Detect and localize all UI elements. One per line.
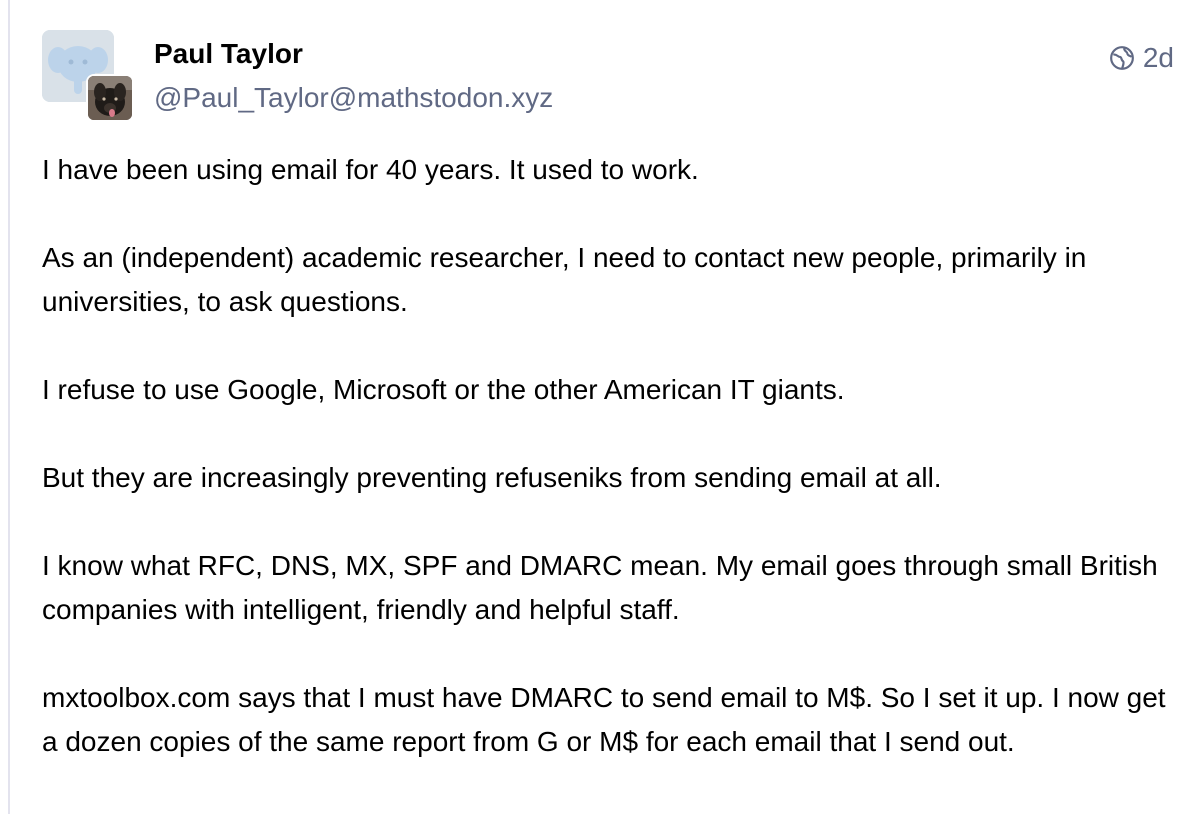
globe-icon — [1109, 45, 1135, 71]
display-name[interactable]: Paul Taylor — [154, 38, 303, 70]
dog-photo-avatar — [88, 76, 132, 120]
status-meta[interactable]: 2d — [1109, 42, 1174, 74]
secondary-avatar[interactable] — [86, 74, 134, 122]
status-content: I have been using email for 40 years. It… — [42, 148, 1172, 808]
content-paragraph: I refuse to use Google, Microsoft or the… — [42, 374, 845, 405]
content-paragraph: As an (independent) academic researcher,… — [42, 242, 1087, 317]
content-paragraph: mxtoolbox.com says that I must have DMAR… — [42, 682, 1166, 757]
content-paragraph: I have been using email for 40 years. It… — [42, 154, 699, 185]
account-handle[interactable]: @Paul_Taylor@mathstodon.xyz — [154, 82, 553, 114]
content-paragraph: But they are increasingly preventing ref… — [42, 462, 942, 493]
relative-timestamp[interactable]: 2d — [1143, 42, 1174, 74]
thread-rule — [8, 0, 10, 814]
avatar-group[interactable] — [42, 30, 136, 124]
status-post: Paul Taylor @Paul_Taylor@mathstodon.xyz … — [42, 30, 1182, 814]
content-paragraph: I know what RFC, DNS, MX, SPF and DMARC … — [42, 550, 1158, 625]
